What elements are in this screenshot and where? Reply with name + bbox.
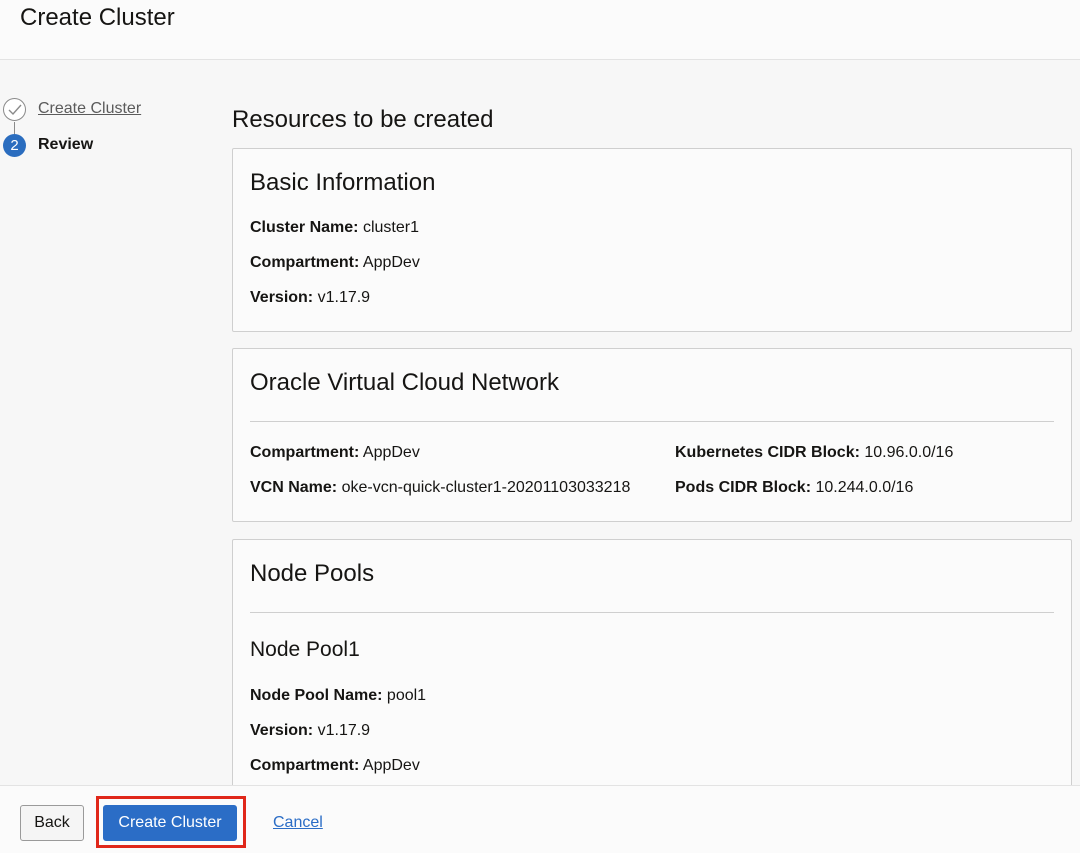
field-label: Compartment: bbox=[250, 254, 360, 271]
cancel-link[interactable]: Cancel bbox=[273, 814, 323, 832]
panel-divider bbox=[250, 612, 1054, 613]
field-value: v1.17.9 bbox=[317, 289, 371, 306]
back-button[interactable]: Back bbox=[20, 805, 84, 841]
field-value: 10.96.0.0/16 bbox=[864, 444, 954, 461]
kubernetes-cidr-field: Kubernetes CIDR Block: 10.96.0.0/16 bbox=[675, 444, 953, 462]
step-label[interactable]: Create Cluster bbox=[38, 100, 141, 118]
step-connector bbox=[14, 122, 15, 134]
panel-title: Oracle Virtual Cloud Network bbox=[250, 369, 560, 396]
node-pool-title: Node Pool1 bbox=[250, 638, 360, 661]
field-label: Pods CIDR Block: bbox=[675, 479, 812, 496]
page-header: Create Cluster bbox=[0, 0, 1080, 60]
vcn-compartment-field: Compartment: AppDev bbox=[250, 444, 420, 462]
vcn-panel: Oracle Virtual Cloud Network Compartment… bbox=[232, 348, 1072, 522]
cluster-name-field: Cluster Name: cluster1 bbox=[250, 219, 419, 237]
basic-information-panel: Basic Information Cluster Name: cluster1… bbox=[232, 148, 1072, 332]
field-value: 10.244.0.0/16 bbox=[815, 479, 914, 496]
panel-divider bbox=[250, 421, 1054, 422]
panel-title: Node Pools bbox=[250, 560, 375, 587]
footer-actions: Back Create Cluster Cancel bbox=[0, 785, 1080, 853]
field-label: Version: bbox=[250, 289, 314, 306]
node-pool-compartment-field: Compartment: AppDev bbox=[250, 757, 420, 775]
field-label: Node Pool Name: bbox=[250, 687, 383, 704]
field-value: cluster1 bbox=[362, 219, 419, 236]
field-value: AppDev bbox=[362, 444, 420, 461]
check-icon bbox=[3, 97, 26, 121]
field-label: Kubernetes CIDR Block: bbox=[675, 444, 860, 461]
field-label: VCN Name: bbox=[250, 479, 338, 496]
field-value: AppDev bbox=[362, 757, 420, 774]
field-value: oke-vcn-quick-cluster1-20201103033218 bbox=[341, 479, 631, 496]
field-label: Compartment: bbox=[250, 444, 360, 461]
section-title: Resources to be created bbox=[232, 106, 494, 133]
pods-cidr-field: Pods CIDR Block: 10.244.0.0/16 bbox=[675, 479, 913, 497]
step-label: Review bbox=[38, 136, 94, 153]
compartment-field: Compartment: AppDev bbox=[250, 254, 420, 272]
node-pools-panel: Node Pools Node Pool1 Node Pool Name: po… bbox=[232, 539, 1072, 785]
vcn-name-field: VCN Name: oke-vcn-quick-cluster1-2020110… bbox=[250, 479, 630, 497]
page-title: Create Cluster bbox=[20, 4, 175, 31]
version-field: Version: v1.17.9 bbox=[250, 289, 370, 307]
node-pool-name-field: Node Pool Name: pool1 bbox=[250, 687, 426, 705]
review-content: Resources to be created Basic Informatio… bbox=[232, 60, 1072, 785]
step-number-badge: 2 bbox=[3, 133, 26, 157]
field-value: pool1 bbox=[386, 687, 427, 704]
field-label: Version: bbox=[250, 722, 314, 739]
field-value: v1.17.9 bbox=[317, 722, 371, 739]
field-label: Cluster Name: bbox=[250, 219, 359, 236]
panel-title: Basic Information bbox=[250, 169, 436, 196]
field-value: AppDev bbox=[362, 254, 420, 271]
field-label: Compartment: bbox=[250, 757, 360, 774]
create-cluster-button[interactable]: Create Cluster bbox=[103, 805, 237, 841]
node-pool-version-field: Version: v1.17.9 bbox=[250, 722, 370, 740]
